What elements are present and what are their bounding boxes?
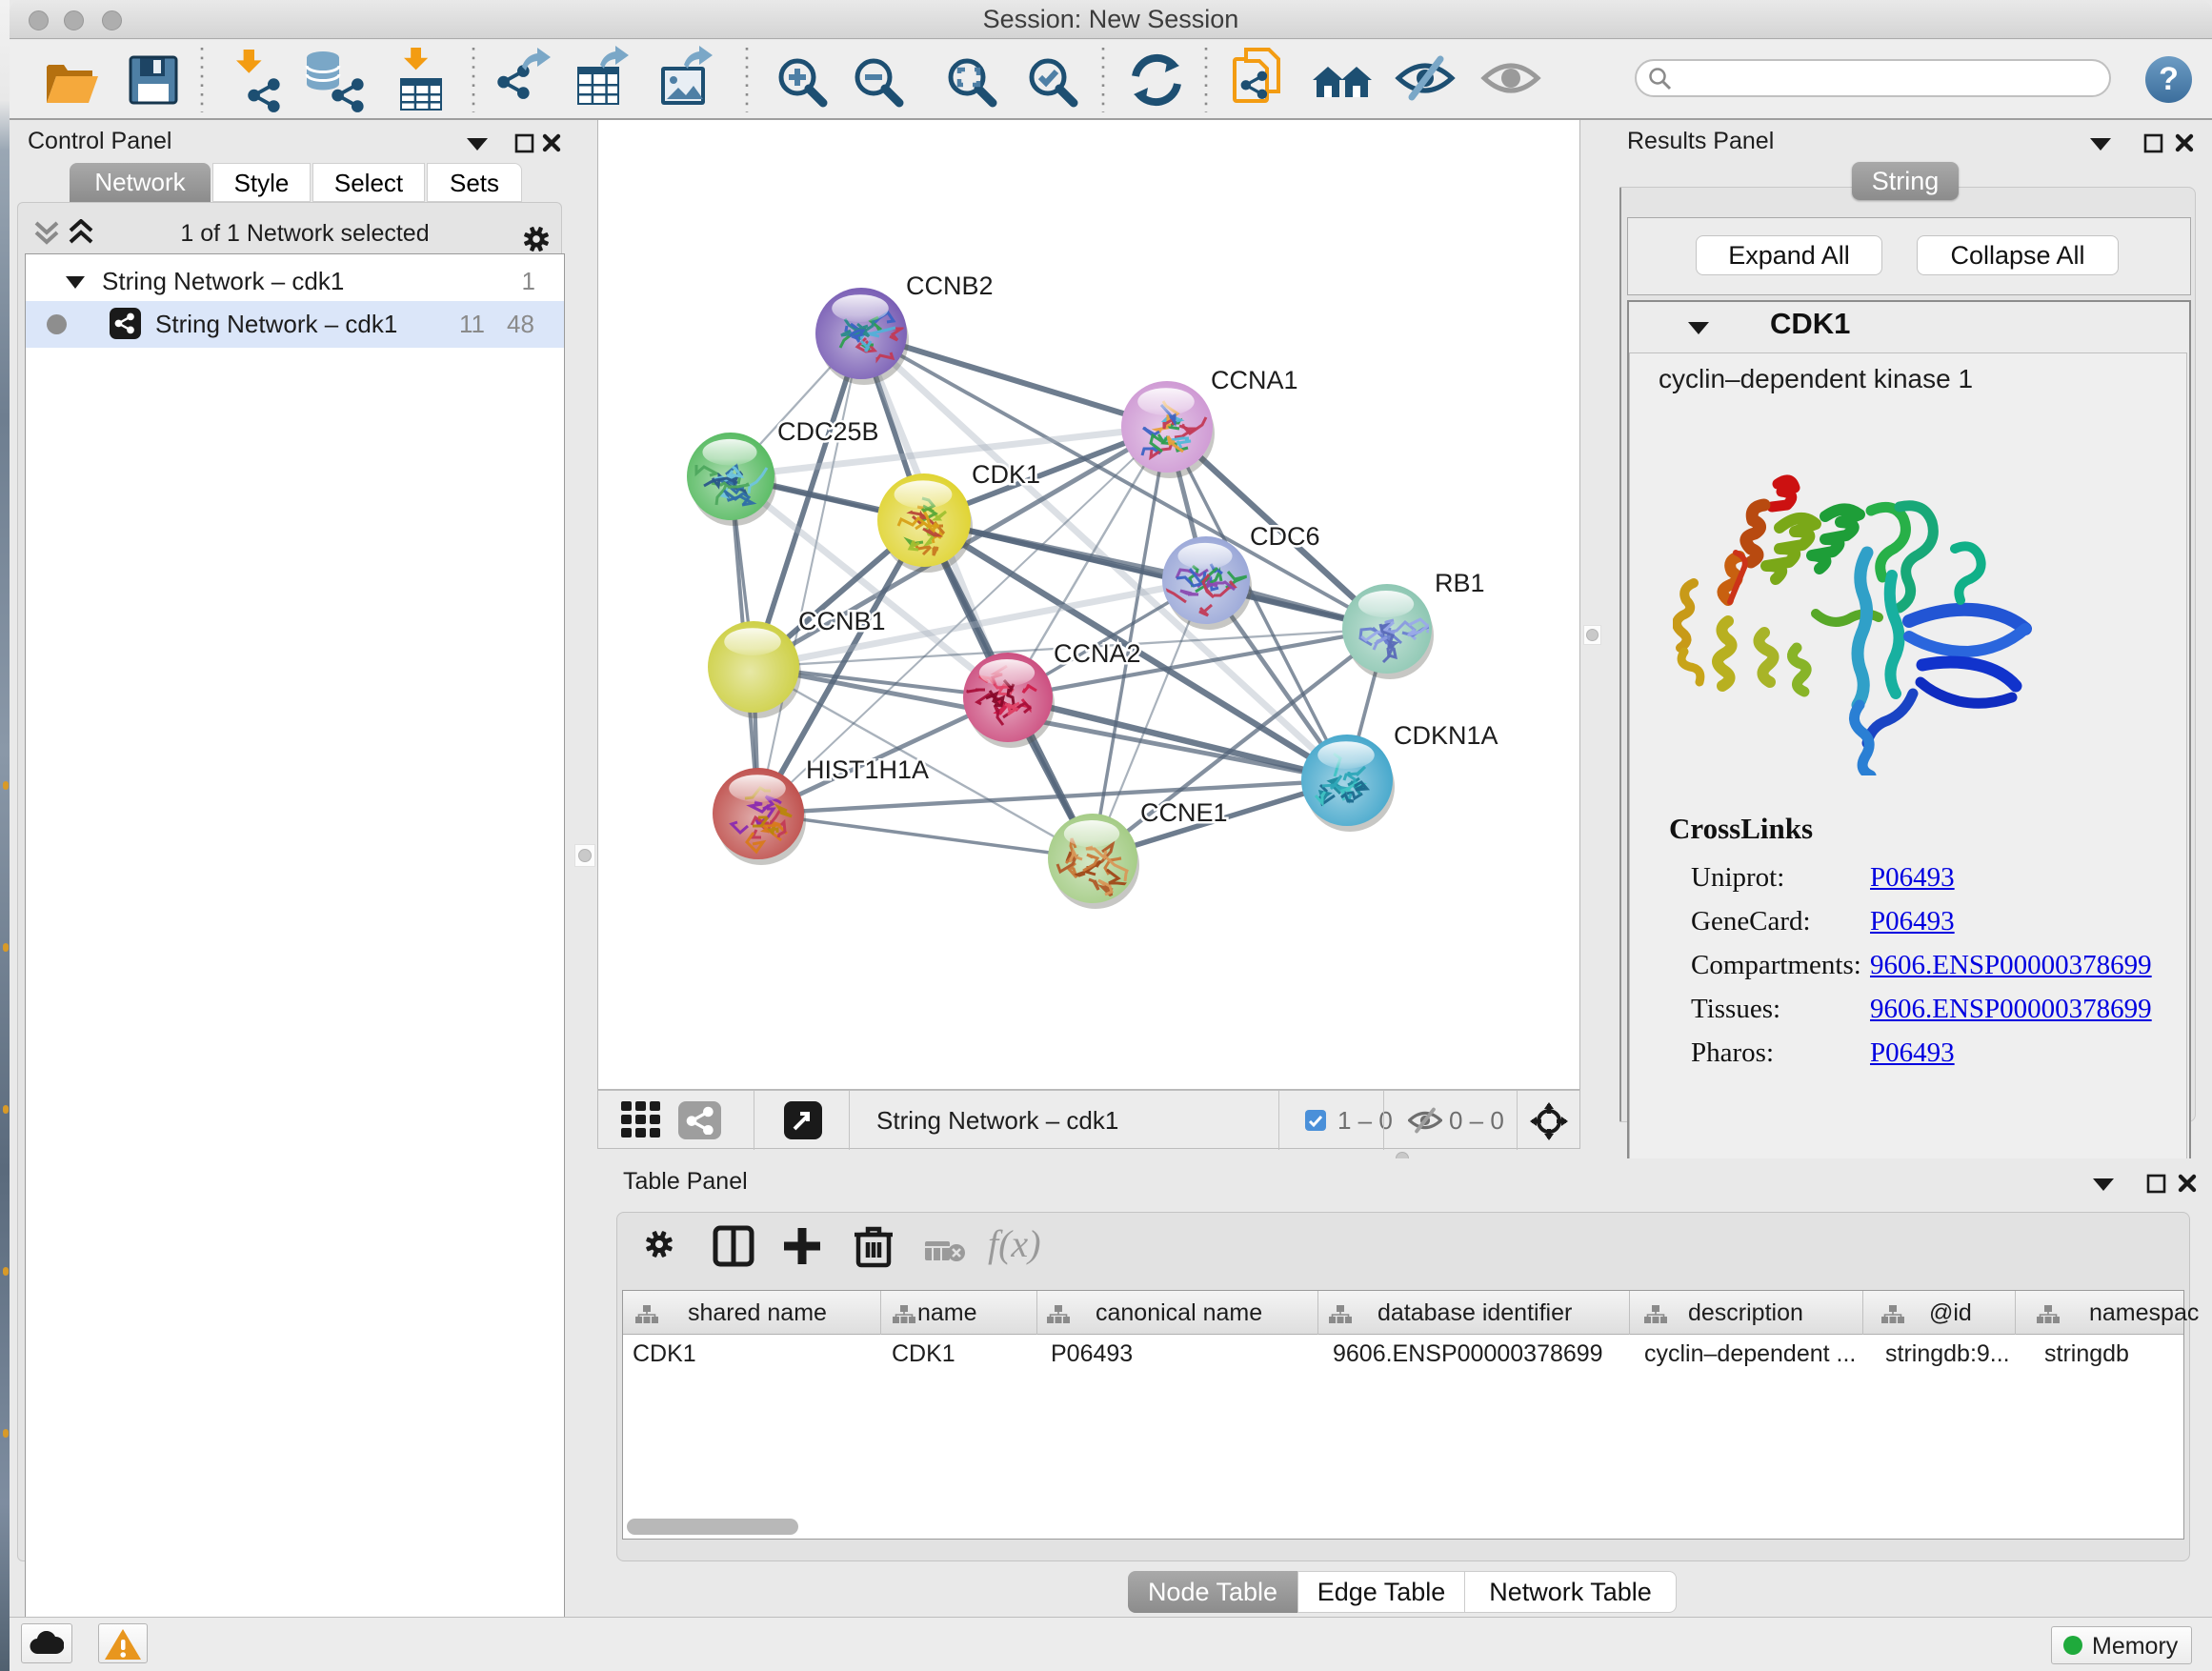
svg-text:CCNB2: CCNB2	[906, 272, 994, 300]
svg-text:CCNA2: CCNA2	[1054, 639, 1141, 668]
svg-text:CDC25B: CDC25B	[777, 417, 879, 446]
svg-text:CCNA1: CCNA1	[1211, 366, 1298, 394]
svg-text:HIST1H1A: HIST1H1A	[806, 755, 929, 784]
svg-text:CDKN1A: CDKN1A	[1394, 721, 1498, 750]
svg-text:CDK1: CDK1	[972, 460, 1040, 489]
svg-text:CDC6: CDC6	[1250, 522, 1320, 551]
svg-text:CCNE1: CCNE1	[1140, 798, 1228, 827]
svg-text:CCNB1: CCNB1	[798, 607, 886, 635]
svg-text:RB1: RB1	[1435, 569, 1485, 597]
